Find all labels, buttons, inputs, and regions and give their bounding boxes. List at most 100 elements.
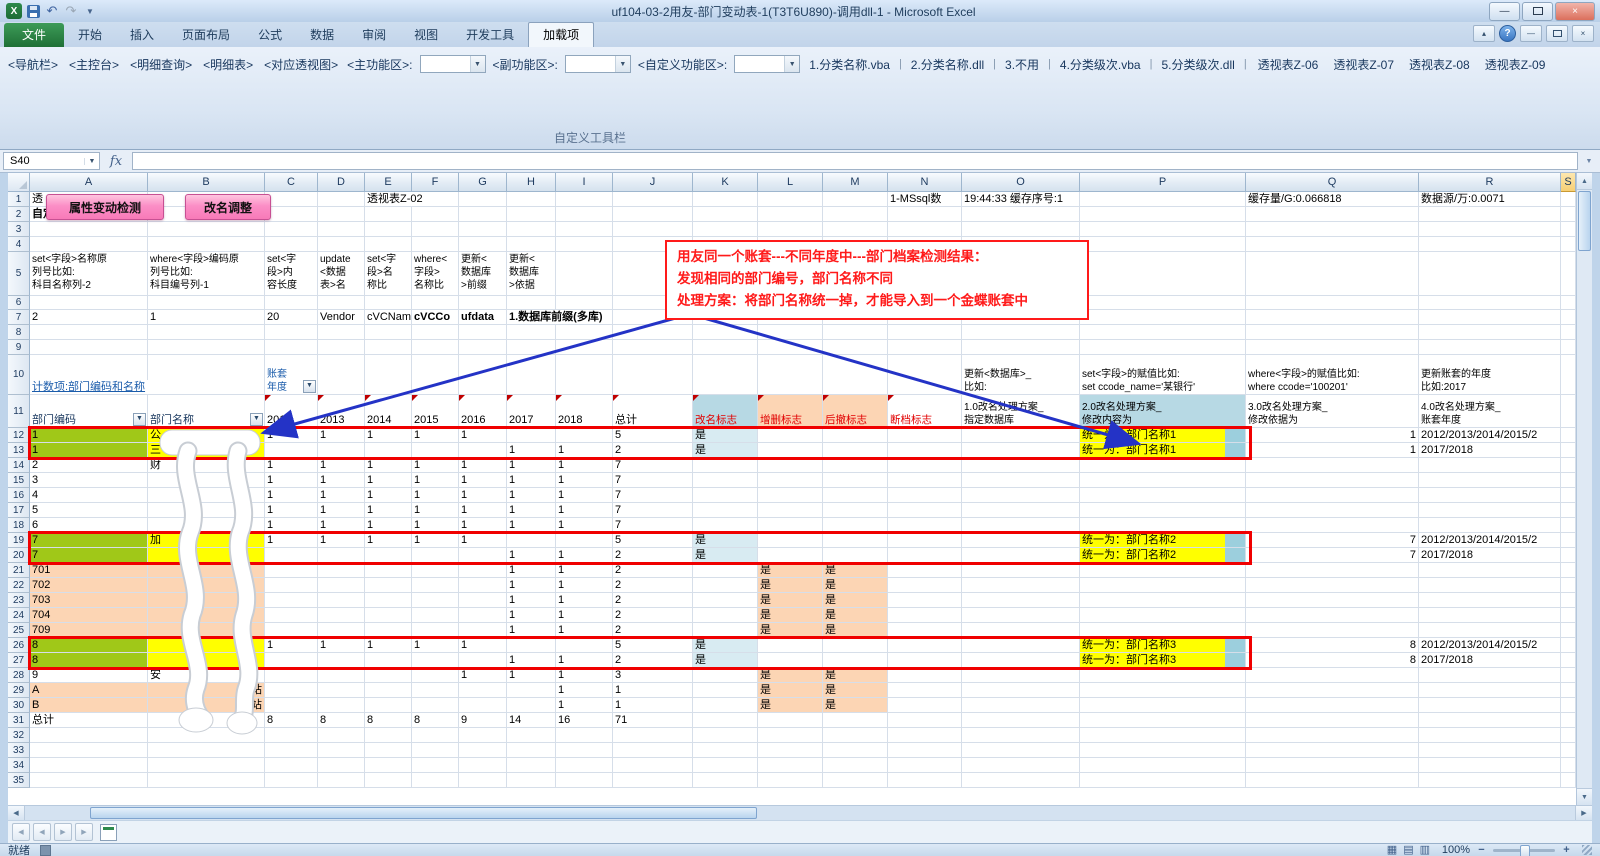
cell-P5[interactable] — [1080, 252, 1246, 296]
cell-C6[interactable] — [265, 296, 318, 310]
cell-R8[interactable] — [1419, 325, 1561, 340]
cell-L35[interactable] — [758, 773, 823, 788]
cell-J29[interactable]: 1 — [613, 683, 693, 698]
cell-S8[interactable] — [1561, 325, 1576, 340]
cell-R22[interactable] — [1419, 578, 1561, 593]
cell-H10[interactable] — [507, 355, 556, 395]
cell-D16[interactable]: 1 — [318, 488, 365, 503]
cell-M31[interactable] — [823, 713, 888, 728]
cell-R26[interactable]: 2012/2013/2014/2015/2 — [1419, 638, 1561, 653]
cell-L30[interactable]: 是 — [758, 698, 823, 713]
zoom-in-button[interactable]: + — [1561, 845, 1572, 856]
row-header-22[interactable]: 22 — [8, 578, 30, 593]
cell-E14[interactable]: 1 — [365, 458, 412, 473]
cell-O14[interactable] — [962, 458, 1080, 473]
cell-O9[interactable] — [962, 340, 1080, 355]
cell-C3[interactable] — [265, 222, 318, 237]
row-header-13[interactable]: 13 — [8, 443, 30, 458]
cell-S30[interactable] — [1561, 698, 1576, 713]
cell-E32[interactable] — [365, 728, 412, 743]
row-header-15[interactable]: 15 — [8, 473, 30, 488]
cell-E5[interactable]: set<字 段>名 称比 — [365, 252, 412, 296]
chevron-down-icon[interactable]: ▼ — [470, 56, 485, 72]
cell-J33[interactable] — [613, 743, 693, 758]
column-header-B[interactable]: B — [148, 173, 265, 192]
cell-G11[interactable]: 2016 — [459, 395, 507, 428]
cell-I29[interactable]: 1 — [556, 683, 613, 698]
cell-F16[interactable]: 1 — [412, 488, 459, 503]
vertical-scroll-thumb[interactable] — [1578, 191, 1591, 251]
cell-E8[interactable] — [365, 325, 412, 340]
cell-L14[interactable] — [758, 458, 823, 473]
cell-Q9[interactable] — [1246, 340, 1419, 355]
cell-L10[interactable] — [758, 355, 823, 395]
cell-Q7[interactable] — [1246, 310, 1419, 325]
column-header-R[interactable]: R — [1419, 173, 1561, 192]
cell-R3[interactable] — [1419, 222, 1561, 237]
cell-E23[interactable] — [365, 593, 412, 608]
row-header-7[interactable]: 7 — [8, 310, 30, 325]
cell-P8[interactable] — [1080, 325, 1246, 340]
cell-M33[interactable] — [823, 743, 888, 758]
cell-G34[interactable] — [459, 758, 507, 773]
cell-H4[interactable] — [507, 237, 556, 252]
cell-S6[interactable] — [1561, 296, 1576, 310]
cell-N10[interactable] — [888, 355, 962, 395]
cell-L3[interactable] — [758, 222, 823, 237]
cell-J2[interactable] — [613, 207, 693, 222]
cell-R13[interactable]: 2017/2018 — [1419, 443, 1561, 458]
cell-Q22[interactable] — [1246, 578, 1419, 593]
cell-I6[interactable] — [556, 296, 613, 310]
addin-combo-select[interactable]: ▼ — [565, 55, 631, 73]
cell-N11[interactable]: 断档标志 — [888, 395, 962, 428]
cell-I35[interactable] — [556, 773, 613, 788]
cell-R33[interactable] — [1419, 743, 1561, 758]
cell-S21[interactable] — [1561, 563, 1576, 578]
row-header-32[interactable]: 32 — [8, 728, 30, 743]
cell-S19[interactable] — [1561, 533, 1576, 548]
chevron-down-icon[interactable]: ▼ — [615, 56, 630, 72]
row-header-20[interactable]: 20 — [8, 548, 30, 563]
row-header-2[interactable]: 2 — [8, 207, 30, 222]
cell-R34[interactable] — [1419, 758, 1561, 773]
cell-K31[interactable] — [693, 713, 758, 728]
cell-C9[interactable] — [265, 340, 318, 355]
cell-S14[interactable] — [1561, 458, 1576, 473]
cell-F28[interactable] — [412, 668, 459, 683]
cell-M3[interactable] — [823, 222, 888, 237]
cell-B10[interactable] — [148, 355, 265, 395]
cell-H24[interactable]: 1 — [507, 608, 556, 623]
cell-H6[interactable] — [507, 296, 556, 310]
cell-I33[interactable] — [556, 743, 613, 758]
cell-L17[interactable] — [758, 503, 823, 518]
undo-icon[interactable]: ↶ — [44, 3, 60, 19]
cell-A28[interactable]: 9 — [30, 668, 148, 683]
cell-A24[interactable]: 704 — [30, 608, 148, 623]
cell-S1[interactable] — [1561, 192, 1576, 207]
cell-G6[interactable] — [459, 296, 507, 310]
cell-E29[interactable] — [365, 683, 412, 698]
cell-F23[interactable] — [412, 593, 459, 608]
cell-Q27[interactable]: 8 — [1246, 653, 1419, 668]
column-header-G[interactable]: G — [459, 173, 507, 192]
cell-A6[interactable] — [30, 296, 148, 310]
formula-input[interactable] — [132, 152, 1578, 170]
ribbon-tab-加载项[interactable]: 加载项 — [528, 22, 594, 47]
cell-H22[interactable]: 1 — [507, 578, 556, 593]
cell-M17[interactable] — [823, 503, 888, 518]
cell-O34[interactable] — [962, 758, 1080, 773]
ribbon-collapse-icon[interactable]: ▴ — [1473, 25, 1495, 42]
last-sheet-button[interactable]: ▶ — [75, 823, 93, 841]
cell-O31[interactable] — [962, 713, 1080, 728]
cell-J23[interactable]: 2 — [613, 593, 693, 608]
column-header-Q[interactable]: Q — [1246, 173, 1419, 192]
cell-L22[interactable]: 是 — [758, 578, 823, 593]
cell-S34[interactable] — [1561, 758, 1576, 773]
cell-J17[interactable]: 7 — [613, 503, 693, 518]
column-header-K[interactable]: K — [693, 173, 758, 192]
cell-B17[interactable] — [148, 503, 265, 518]
cell-L16[interactable] — [758, 488, 823, 503]
cell-O17[interactable] — [962, 503, 1080, 518]
cell-J35[interactable] — [613, 773, 693, 788]
cell-I5[interactable] — [556, 252, 613, 296]
